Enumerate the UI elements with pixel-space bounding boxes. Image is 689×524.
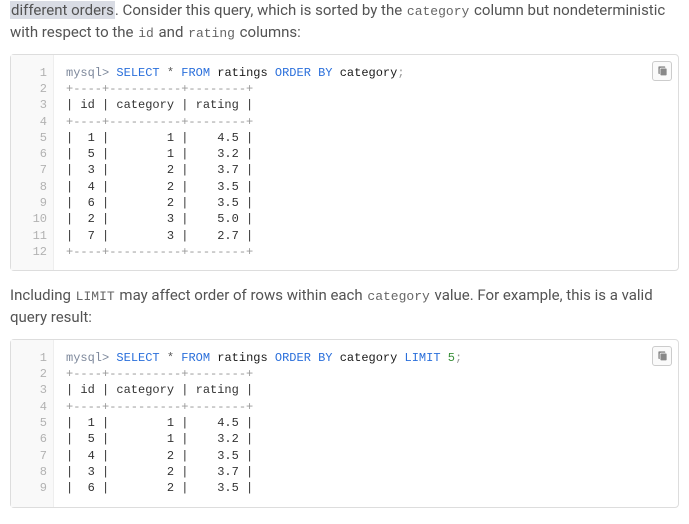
sql-punc: ; bbox=[397, 66, 404, 80]
table-header: | id | category | rating | bbox=[66, 98, 253, 112]
code-content: mysql> SELECT * FROM ratings ORDER BY ca… bbox=[54, 55, 678, 271]
code-block-1: 1 2 3 4 5 6 7 8 9 10 11 12 mysql> SELECT… bbox=[10, 54, 679, 272]
line-gutter: 1 2 3 4 5 6 7 8 9 10 11 12 bbox=[11, 55, 54, 271]
table-row: | 3 | 2 | 3.7 | bbox=[66, 163, 253, 177]
line-number: 12 bbox=[11, 244, 47, 260]
line-gutter: 1 2 3 4 5 6 7 8 9 bbox=[11, 340, 54, 507]
line-number: 9 bbox=[11, 195, 47, 211]
sql-number: 5 bbox=[448, 351, 455, 365]
sql-identifier: ratings bbox=[217, 351, 267, 365]
line-number: 3 bbox=[11, 382, 47, 398]
table-row: | 5 | 1 | 3.2 | bbox=[66, 147, 253, 161]
line-number: 1 bbox=[11, 65, 47, 81]
text: Including bbox=[10, 286, 75, 304]
line-number: 4 bbox=[11, 114, 47, 130]
line-number: 11 bbox=[11, 228, 47, 244]
table-separator: +----+----------+--------+ bbox=[66, 82, 253, 96]
highlight-text: different orders bbox=[10, 1, 115, 19]
line-number: 2 bbox=[11, 366, 47, 382]
copy-button[interactable] bbox=[652, 346, 672, 366]
middle-paragraph: Including LIMIT may affect order of rows… bbox=[10, 285, 679, 329]
text: . Consider this query, which is sorted b… bbox=[115, 1, 406, 19]
text: and bbox=[155, 23, 187, 41]
code-block-2: 1 2 3 4 5 6 7 8 9 mysql> SELECT * FROM r… bbox=[10, 339, 679, 508]
line-number: 1 bbox=[11, 350, 47, 366]
sql-identifier: ratings bbox=[217, 66, 267, 80]
table-row: | 2 | 3 | 5.0 | bbox=[66, 212, 253, 226]
line-number: 4 bbox=[11, 399, 47, 415]
line-number: 6 bbox=[11, 146, 47, 162]
inline-code-id: id bbox=[137, 26, 155, 41]
line-number: 5 bbox=[11, 415, 47, 431]
line-number: 7 bbox=[11, 162, 47, 178]
line-number: 8 bbox=[11, 179, 47, 195]
line-number: 10 bbox=[11, 211, 47, 227]
intro-paragraph: different orders. Consider this query, w… bbox=[10, 0, 679, 44]
table-separator: +----+----------+--------+ bbox=[66, 115, 253, 129]
sql-keyword: ORDER bbox=[275, 66, 311, 80]
sql-keyword: SELECT bbox=[116, 66, 159, 80]
code-content: mysql> SELECT * FROM ratings ORDER BY ca… bbox=[54, 340, 678, 507]
sql-prompt: mysql> bbox=[66, 351, 109, 365]
table-row: | 4 | 2 | 3.5 | bbox=[66, 180, 253, 194]
sql-star: * bbox=[167, 351, 174, 365]
table-row: | 6 | 2 | 3.5 | bbox=[66, 481, 253, 495]
line-number: 9 bbox=[11, 480, 47, 496]
sql-keyword: LIMIT bbox=[405, 351, 441, 365]
sql-keyword: ORDER bbox=[275, 351, 311, 365]
table-row: | 3 | 2 | 3.7 | bbox=[66, 465, 253, 479]
line-number: 3 bbox=[11, 97, 47, 113]
line-number: 8 bbox=[11, 464, 47, 480]
sql-keyword: BY bbox=[318, 66, 332, 80]
line-number: 5 bbox=[11, 130, 47, 146]
sql-keyword: BY bbox=[318, 351, 332, 365]
table-separator: +----+----------+--------+ bbox=[66, 367, 253, 381]
sql-keyword: FROM bbox=[181, 66, 210, 80]
inline-code-category: category bbox=[366, 289, 430, 304]
table-row: | 4 | 2 | 3.5 | bbox=[66, 449, 253, 463]
line-number: 2 bbox=[11, 81, 47, 97]
table-header: | id | category | rating | bbox=[66, 383, 253, 397]
line-number: 6 bbox=[11, 431, 47, 447]
sql-identifier: category bbox=[340, 66, 398, 80]
sql-prompt: mysql> bbox=[66, 66, 109, 80]
table-row: | 1 | 1 | 4.5 | bbox=[66, 416, 253, 430]
inline-code-rating: rating bbox=[187, 26, 236, 41]
table-row: | 1 | 1 | 4.5 | bbox=[66, 131, 253, 145]
sql-punc: ; bbox=[455, 351, 462, 365]
table-row: | 6 | 2 | 3.5 | bbox=[66, 196, 253, 210]
copy-icon bbox=[657, 350, 668, 361]
copy-icon bbox=[657, 65, 668, 76]
text: may affect order of rows within each bbox=[116, 286, 367, 304]
inline-code-limit: LIMIT bbox=[75, 289, 116, 304]
inline-code-category: category bbox=[406, 4, 470, 19]
sql-keyword: SELECT bbox=[116, 351, 159, 365]
copy-button[interactable] bbox=[652, 61, 672, 81]
sql-keyword: FROM bbox=[181, 351, 210, 365]
table-row: | 5 | 1 | 3.2 | bbox=[66, 432, 253, 446]
sql-identifier: category bbox=[340, 351, 398, 365]
line-number: 7 bbox=[11, 448, 47, 464]
sql-star: * bbox=[167, 66, 174, 80]
table-row: | 7 | 3 | 2.7 | bbox=[66, 229, 253, 243]
text: columns: bbox=[236, 23, 301, 41]
table-separator: +----+----------+--------+ bbox=[66, 400, 253, 414]
table-separator: +----+----------+--------+ bbox=[66, 245, 253, 259]
